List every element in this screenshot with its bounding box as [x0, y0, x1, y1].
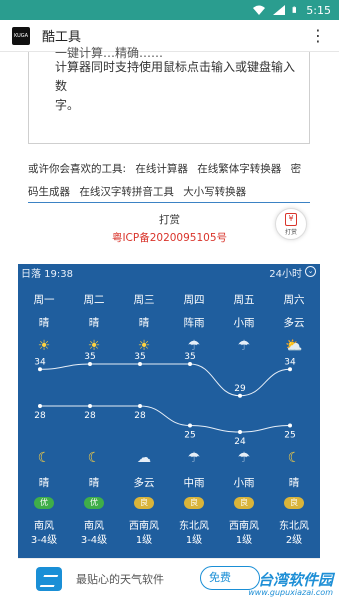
reward-icon: ¥: [285, 212, 297, 226]
low-temp-point: [88, 404, 92, 408]
app-title: 酷工具: [42, 30, 82, 45]
low-temp-point: [188, 423, 192, 428]
high-temp-label: 35: [184, 352, 195, 362]
weather-app-icon: [36, 567, 62, 591]
low-temp-point: [238, 430, 242, 434]
description-box: 一键计算…精确…… 计算器同时支持使用鼠标点击输入或键盘输入数 字。: [28, 46, 310, 144]
high-temp-label: 34: [34, 357, 46, 367]
low-temp-label: 28: [84, 411, 96, 421]
low-temp-point: [38, 404, 42, 408]
low-temp-point: [288, 423, 292, 428]
watermark-main: 台湾软件园: [257, 571, 333, 589]
divider: [28, 202, 310, 203]
low-temp-point: [138, 404, 142, 408]
app-bar: KUGA 酷工具 ⋮: [0, 20, 339, 52]
wifi-icon: [253, 5, 266, 15]
tool-link-case-converter[interactable]: 大小写转换器: [183, 186, 246, 198]
high-temp-label: 29: [234, 384, 246, 394]
high-temp-point: [38, 367, 42, 372]
app-logo[interactable]: KUGA: [12, 26, 30, 45]
watermark: 台湾软件园 www.gupuxiazai.com: [248, 569, 333, 597]
related-tools: 或许你会喜欢的工具: 在线计算器 在线繁体字转换器 密码生成器 在线汉字转拼音工…: [28, 158, 310, 204]
weather-widget[interactable]: 日落 19:38 24小时 ⌄ 周一晴 ☀ ☾ 晴优南风 3-4级 周二晴 ☀ ☾ 晴优南风 3-…: [18, 264, 320, 558]
battery-icon: [292, 6, 297, 13]
high-temp-label: 34: [284, 357, 296, 367]
watermark-sub: www.gupuxiazai.com: [248, 588, 333, 597]
more-vertical-icon[interactable]: ⋮: [310, 26, 327, 45]
low-temp-label: 28: [34, 411, 46, 421]
tool-link-pinyin-converter[interactable]: 在线汉字转拼音工具: [79, 186, 174, 198]
low-temp-label: 28: [134, 411, 146, 421]
low-temp-label: 25: [184, 431, 195, 441]
low-temp-label: 25: [284, 431, 295, 441]
high-temp-point: [288, 367, 292, 372]
signal-icon: [273, 5, 286, 15]
low-temp-label: 24: [234, 437, 246, 447]
tools-intro: 或许你会喜欢的工具:: [28, 163, 127, 175]
high-temp-point: [188, 362, 192, 366]
reward-button-label: 打赏: [284, 228, 297, 236]
high-temp-point: [238, 393, 242, 398]
low-temp-line: [40, 405, 291, 433]
high-temp-point: [138, 362, 142, 366]
description-line: 字。: [55, 98, 80, 112]
high-temp-label: 35: [84, 352, 95, 362]
description-line: 计算器同时支持使用鼠标点击输入或键盘输入数: [55, 60, 296, 93]
status-bar: 5:15: [0, 0, 339, 20]
status-time: 5:15: [306, 3, 331, 17]
high-temp-line: [39, 363, 291, 397]
tool-link-calculator[interactable]: 在线计算器: [135, 163, 188, 175]
temperature-chart: 34 35 35 35 29 34 28 28 28 25 24 25: [34, 352, 296, 447]
description-cut-line: 一键计算…精确……: [55, 46, 164, 60]
high-temp-point: [88, 362, 92, 366]
reward-button[interactable]: ¥ 打赏: [275, 208, 307, 240]
tool-link-traditional-converter[interactable]: 在线繁体字转换器: [197, 163, 281, 175]
ad-text: 最贴心的天气软件: [76, 573, 164, 586]
high-temp-label: 35: [134, 352, 145, 362]
